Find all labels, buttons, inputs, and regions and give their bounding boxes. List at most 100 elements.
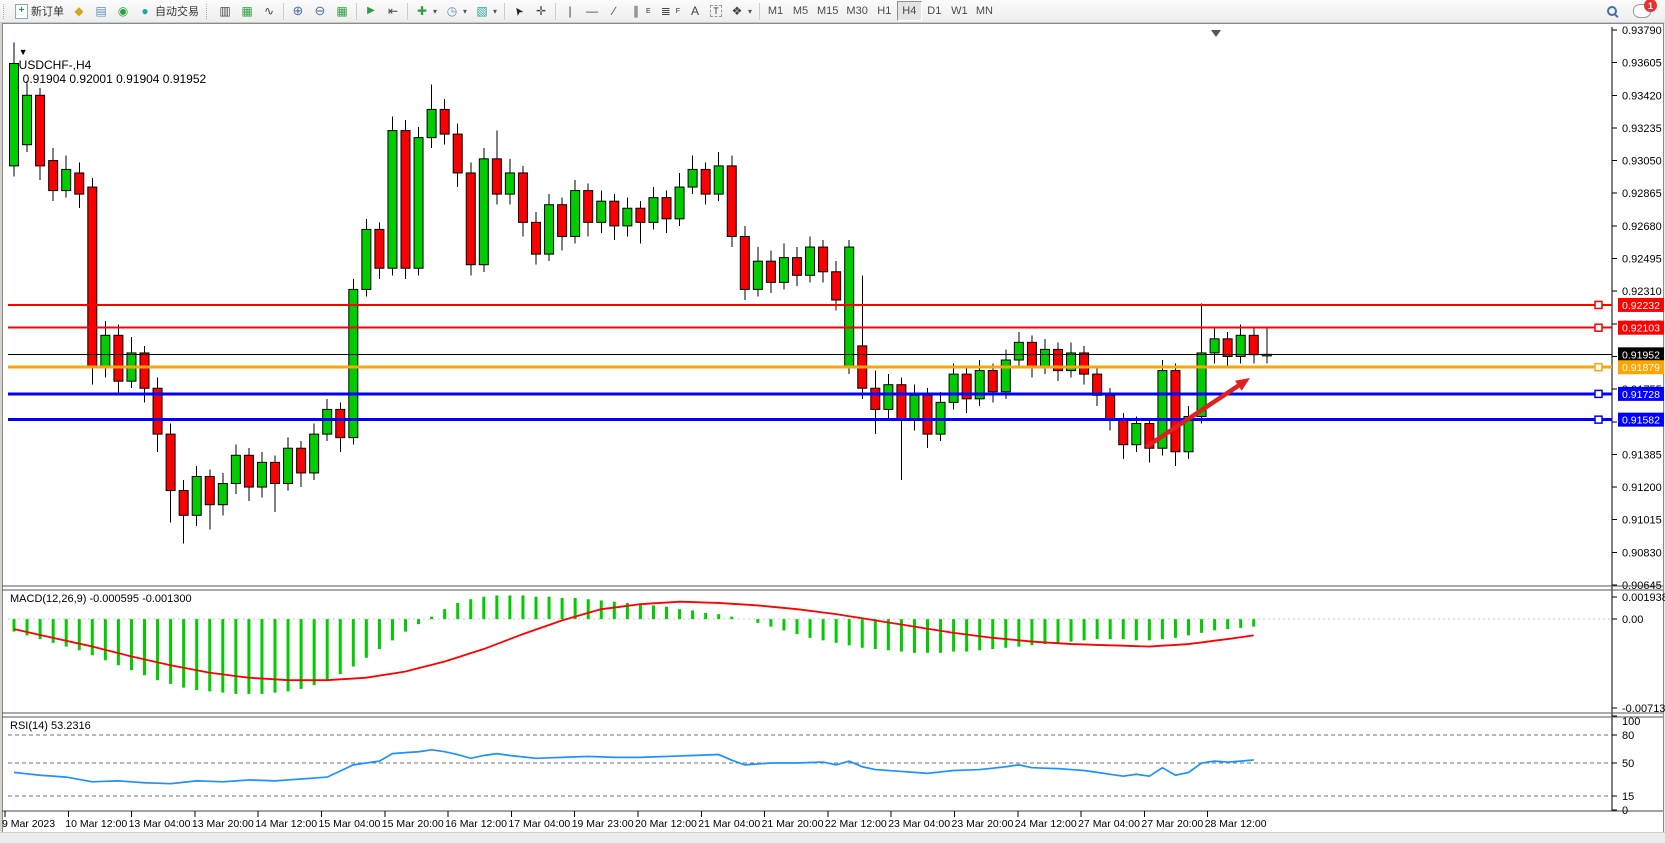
time-tick-label: 17 Mar 04:00 [508, 818, 570, 830]
candle [766, 261, 775, 282]
time-tick-label: 21 Mar 04:00 [698, 818, 760, 830]
rsi-line [14, 750, 1254, 784]
candle [806, 247, 815, 275]
candle [1001, 360, 1010, 392]
candle [114, 335, 123, 381]
candle [440, 109, 449, 134]
macd-tick-label: -0.007132 [1622, 703, 1665, 715]
candle [62, 169, 71, 190]
candle [349, 289, 358, 437]
time-tick-label: 27 Mar 20:00 [1141, 818, 1203, 830]
candle [218, 484, 227, 505]
candle [649, 198, 658, 223]
price-tick-label: 0.93420 [1622, 90, 1662, 102]
time-tick-label: 16 Mar 12:00 [445, 818, 507, 830]
candle [36, 95, 45, 166]
candle [179, 491, 188, 516]
candle [1210, 339, 1219, 353]
price-tick-label: 0.93050 [1622, 156, 1662, 168]
candle [714, 166, 723, 194]
candle [244, 455, 253, 487]
time-tick-label: 21 Mar 20:00 [762, 818, 824, 830]
price-tick-label: 0.92680 [1622, 221, 1662, 233]
price-tick-label: 0.91015 [1622, 515, 1662, 527]
candle [1223, 339, 1232, 357]
rsi-indicator-label: RSI(14) 53.2316 [10, 720, 91, 732]
candle [988, 371, 997, 392]
candle [466, 173, 475, 265]
price-tick-label: 0.93235 [1622, 123, 1662, 135]
candle [231, 455, 240, 483]
time-tick-label: 13 Mar 20:00 [192, 818, 254, 830]
time-tick-label: 27 Mar 04:00 [1078, 818, 1140, 830]
candle [949, 374, 958, 402]
time-tick-label: 13 Mar 04:00 [129, 818, 191, 830]
candle [414, 138, 423, 269]
chart-shift-marker [1211, 30, 1221, 37]
candle [910, 395, 919, 420]
candle [1106, 395, 1115, 420]
candle [897, 385, 906, 420]
candle [505, 173, 514, 194]
candle [558, 205, 567, 237]
candle [205, 476, 214, 504]
line-drag-handle [1595, 364, 1602, 371]
price-tick-label: 0.91385 [1622, 449, 1662, 461]
time-tick-label: 23 Mar 20:00 [952, 818, 1014, 830]
rsi-tick-label: 100 [1622, 716, 1640, 728]
price-line-label: 0.92232 [1622, 300, 1660, 312]
price-line-label: 0.91879 [1622, 362, 1660, 374]
price-tick-label: 0.91200 [1622, 482, 1662, 494]
chart-ohlc-values: 0.91904 0.92001 0.91904 0.91952 [23, 72, 207, 86]
candle [1236, 335, 1245, 356]
candle [323, 409, 332, 434]
candle [101, 335, 110, 367]
candle [310, 434, 319, 473]
candle [284, 448, 293, 483]
candle [623, 208, 632, 226]
time-tick-label: 22 Mar 12:00 [825, 818, 887, 830]
candle [675, 187, 684, 219]
candle [845, 247, 854, 367]
line-drag-handle [1595, 301, 1602, 308]
price-line-label: 0.91582 [1622, 415, 1660, 427]
candle [297, 448, 306, 473]
price-tick-label: 0.90830 [1622, 547, 1662, 559]
time-tick-label: 15 Mar 04:00 [319, 818, 381, 830]
rsi-tick-label: 50 [1622, 758, 1634, 770]
time-tick-label: 19 Mar 23:00 [572, 818, 634, 830]
macd-tick-label: 0.00 [1622, 614, 1643, 626]
candle [518, 173, 527, 222]
symbol-dropdown-icon[interactable]: ▼ [19, 47, 28, 57]
price-line-label: 0.91728 [1622, 389, 1660, 401]
candle [375, 229, 384, 268]
price-tick-label: 0.93790 [1622, 25, 1662, 37]
rsi-tick-label: 80 [1622, 730, 1634, 742]
candle [571, 191, 580, 237]
candle [362, 229, 371, 289]
candle [453, 134, 462, 173]
macd-signal-line [14, 602, 1254, 680]
macd-indicator-label: MACD(12,26,9) -0.000595 -0.001300 [10, 593, 192, 605]
chart-canvas[interactable]: 0.93790 0.93605 0.93420 0.93235 0.93050 0.928… [0, 0, 1665, 842]
candle [166, 434, 175, 490]
candle [257, 462, 266, 487]
candle [1132, 424, 1141, 445]
candle [427, 109, 436, 137]
time-tick-label: 24 Mar 12:00 [1015, 818, 1077, 830]
candle [23, 95, 32, 144]
candle [271, 462, 280, 483]
candle [610, 201, 619, 226]
candle [1080, 353, 1089, 374]
macd-tick-label: 0.001938 [1622, 592, 1665, 604]
price-line-label: 0.92103 [1622, 323, 1660, 335]
candle [832, 272, 841, 300]
price-tick-label: 0.92495 [1622, 254, 1662, 266]
line-drag-handle [1595, 416, 1602, 423]
price-tick-label: 0.92865 [1622, 188, 1662, 200]
time-tick-label: 9 Mar 2023 [2, 818, 55, 830]
candle [584, 191, 593, 223]
price-tick-label: 0.93605 [1622, 58, 1662, 70]
candle [532, 222, 541, 254]
candle [779, 258, 788, 283]
